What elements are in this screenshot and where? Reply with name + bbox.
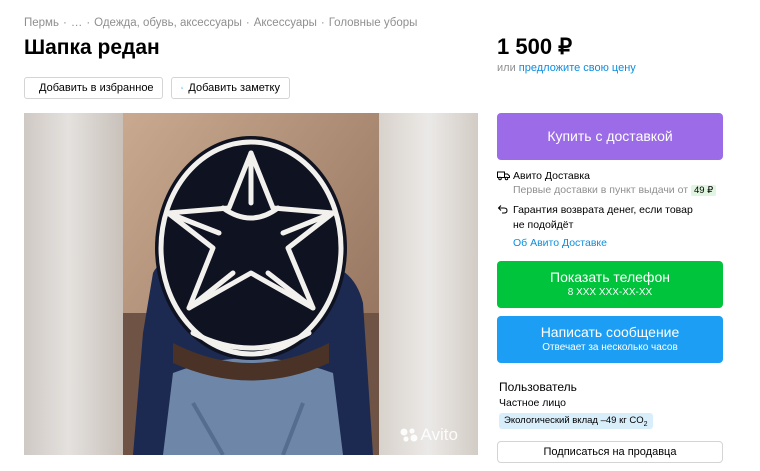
seller-name[interactable]: Пользователь	[499, 380, 577, 394]
eco-contribution-text: Экологический вклад –49 кг CO	[504, 415, 644, 426]
price: 1 500 ₽	[497, 34, 573, 59]
eco-contribution-subscript: 2	[643, 420, 648, 428]
guarantee-text: Гарантия возврата денег, если товар не п…	[513, 204, 693, 231]
response-time-text: Отвечает за несколько часов	[542, 342, 678, 353]
price-offer-or: или	[497, 62, 516, 74]
add-to-favorites-label: Добавить в избранное	[39, 82, 154, 94]
breadcrumb-item-clothing[interactable]: Одежда, обувь, аксессуары	[94, 17, 242, 29]
breadcrumb-separator: ·	[86, 17, 91, 29]
note-icon	[181, 87, 184, 89]
add-note-button[interactable]: Добавить заметку	[171, 77, 290, 99]
delivery-info: Авито Доставка Первые доставки в пункт в…	[497, 169, 717, 198]
breadcrumb-separator: ·	[62, 17, 67, 29]
delivery-price-badge: 49 ₽	[690, 185, 717, 196]
gallery-blur-left	[24, 113, 123, 455]
avito-logo-icon	[400, 428, 417, 442]
hat-photo-illustration	[123, 113, 379, 455]
phone-number-mask: 8 XXX XXX-XX-XX	[567, 287, 653, 298]
eco-contribution-badge[interactable]: Экологический вклад –49 кг CO2	[499, 413, 653, 429]
propose-price-link[interactable]: предложите свою цену	[519, 62, 636, 74]
buy-with-delivery-button[interactable]: Купить с доставкой	[497, 113, 723, 160]
breadcrumb-item-ellipsis[interactable]: …	[71, 17, 83, 29]
breadcrumb: Пермь ·… · Одежда, обувь, аксессуары · Аксесс…	[24, 17, 417, 29]
seller-type: Частное лицо	[499, 397, 567, 409]
show-phone-button[interactable]: Показать телефон 8 XXX XXX-XX-XX	[497, 261, 723, 308]
add-to-favorites-button[interactable]: Добавить в избранное	[24, 77, 163, 99]
price-offer: или предложите свою цену	[497, 62, 636, 74]
write-message-label: Написать сообщение	[540, 324, 680, 340]
about-avito-delivery-link[interactable]: Об Авито Доставке	[513, 237, 607, 249]
truck-icon	[497, 170, 513, 184]
photo-gallery[interactable]: Avito	[24, 113, 478, 455]
add-note-label: Добавить заметку	[188, 82, 280, 94]
gallery-blur-right	[379, 113, 478, 455]
return-arrow-icon	[497, 204, 513, 217]
page-title: Шапка редан	[24, 36, 160, 59]
breadcrumb-item-accessories[interactable]: Аксессуары	[254, 17, 317, 29]
subscribe-to-seller-button[interactable]: Подписаться на продавца	[497, 441, 723, 463]
avito-watermark: Avito	[399, 425, 459, 445]
guarantee-info: Гарантия возврата денег, если товар не п…	[497, 203, 703, 233]
show-phone-label: Показать телефон	[550, 269, 670, 285]
write-message-button[interactable]: Написать сообщение Отвечает за несколько…	[497, 316, 723, 363]
avito-watermark-text: Avito	[420, 425, 459, 444]
product-photo[interactable]	[123, 113, 379, 455]
breadcrumb-separator: ·	[320, 17, 325, 29]
buy-with-delivery-label: Купить с доставкой	[547, 128, 673, 144]
breadcrumb-separator: ·	[245, 17, 250, 29]
breadcrumb-item-headwear[interactable]: Головные уборы	[329, 17, 418, 29]
delivery-title: Авито Доставка	[513, 170, 590, 182]
breadcrumb-item-city[interactable]: Пермь	[24, 17, 59, 29]
delivery-subtitle: Первые доставки в пункт выдачи от 49 ₽	[513, 183, 717, 198]
